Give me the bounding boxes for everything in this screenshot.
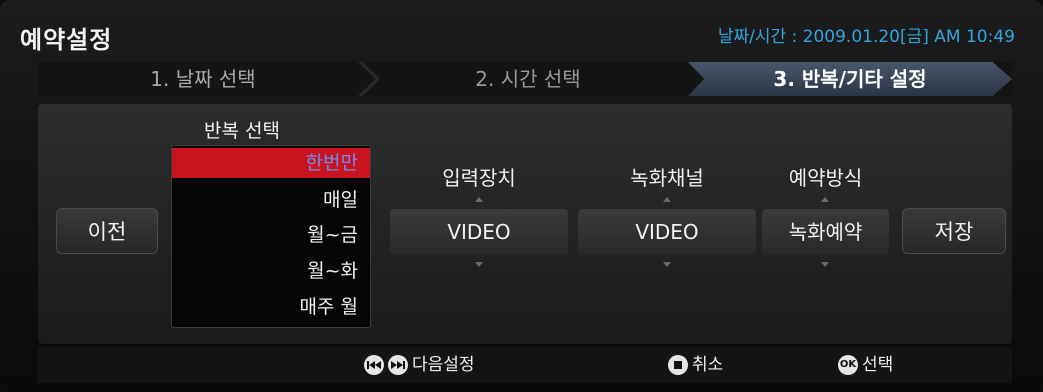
record-channel-label: 녹화채널: [630, 166, 704, 190]
reserve-method-up-icon[interactable]: [821, 197, 829, 202]
repeat-option-daily[interactable]: 매일: [172, 185, 370, 215]
input-device-label: 입력장치: [442, 166, 516, 190]
footer-cancel-label: 취소: [692, 355, 724, 375]
prev-button[interactable]: 이전: [56, 208, 158, 254]
footer-cancel[interactable]: 취소: [668, 347, 723, 383]
skip-forward-icon: [388, 355, 408, 375]
footer-select-label: 선택: [862, 355, 894, 375]
footer-select[interactable]: OK 선택: [838, 347, 893, 383]
repeat-option-once[interactable]: 한번만: [172, 148, 370, 178]
repeat-label: 반복 선택: [204, 120, 280, 142]
reserve-method-down-icon[interactable]: [821, 262, 829, 267]
reserve-method-label: 예약방식: [788, 166, 863, 190]
save-button[interactable]: 저장: [902, 208, 1006, 254]
input-device-select[interactable]: VIDEO: [390, 209, 568, 255]
stop-icon: [668, 355, 688, 375]
input-device-down-icon[interactable]: [475, 262, 483, 267]
repeat-option-mon-tue[interactable]: 월~화: [172, 256, 370, 286]
footer-next-setting[interactable]: 다음설정: [364, 347, 475, 383]
record-channel-up-icon[interactable]: [663, 197, 671, 202]
step-indicator: 1. 날짜 선택 2. 시간 선택 3. 반복/기타 설정: [38, 62, 1012, 96]
datetime-display: 날짜/시간 : 2009.01.20[금] AM 10:49: [717, 27, 1015, 47]
record-channel-select[interactable]: VIDEO: [578, 209, 756, 255]
repeat-option-weekly-mon[interactable]: 매주 월: [172, 292, 370, 322]
step-date[interactable]: 1. 날짜 선택: [38, 62, 368, 96]
input-device-up-icon[interactable]: [475, 197, 483, 202]
ok-icon: OK: [838, 355, 858, 375]
dialog-title: 예약설정: [20, 26, 113, 54]
repeat-option-mon-fri[interactable]: 월~금: [172, 220, 370, 250]
skip-back-icon: [364, 355, 384, 375]
reserve-method-select[interactable]: 녹화예약: [762, 209, 889, 255]
record-channel-down-icon[interactable]: [663, 262, 671, 267]
step-time[interactable]: 2. 시간 선택: [368, 62, 688, 96]
repeat-list[interactable]: 한번만 매일 월~금 월~화 매주 월: [171, 145, 371, 328]
footer-hints: 다음설정 취소 OK 선택: [38, 347, 1012, 383]
step-repeat-other[interactable]: 3. 반복/기타 설정: [688, 62, 1012, 96]
dialog-frame: 예약설정 날짜/시간 : 2009.01.20[금] AM 10:49 1. 날…: [0, 0, 1043, 392]
footer-next-setting-label: 다음설정: [412, 355, 475, 375]
